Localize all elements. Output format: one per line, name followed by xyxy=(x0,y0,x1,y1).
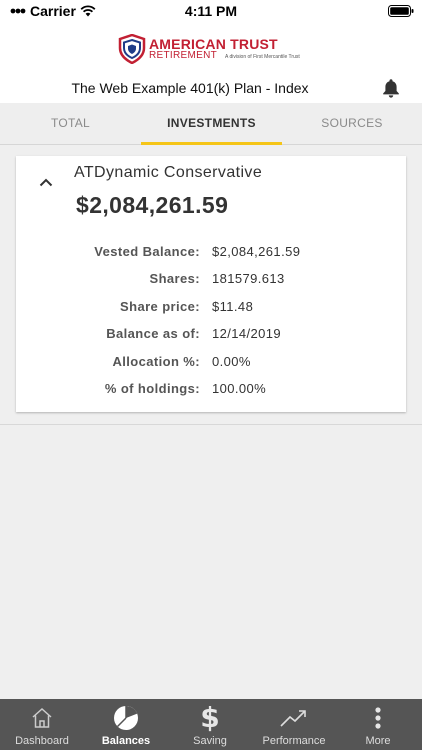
detail-label: Balance as of: xyxy=(106,326,200,341)
nav-saving[interactable]: $ Saving xyxy=(168,699,252,750)
detail-label: Allocation %: xyxy=(112,354,200,369)
tab-sources[interactable]: SOURCES xyxy=(282,103,422,145)
nav-balances[interactable]: Balances xyxy=(84,699,168,750)
status-bar: Carrier 4:11 PM xyxy=(0,0,422,22)
page-title: The Web Example 401(k) Plan - Index xyxy=(71,80,309,96)
detail-row-share-price: Share price: $11.48 xyxy=(16,299,406,319)
logo-subtitle: RETIREMENT xyxy=(149,50,217,61)
nav-label: Saving xyxy=(193,735,227,747)
nav-label: More xyxy=(365,735,391,747)
tab-total[interactable]: TOTAL xyxy=(0,103,141,145)
logo-division-text: A division of First Mercantile Trust xyxy=(225,54,300,60)
detail-row-vested-balance: Vested Balance: $2,084,261.59 xyxy=(16,244,406,264)
detail-label: Vested Balance: xyxy=(94,244,200,259)
detail-value: $2,084,261.59 xyxy=(212,244,301,259)
balance-tabs: TOTAL INVESTMENTS SOURCES xyxy=(0,103,422,145)
notifications-bell-icon[interactable] xyxy=(382,78,400,103)
nav-performance[interactable]: Performance xyxy=(252,699,336,750)
detail-label: Share price: xyxy=(120,299,200,314)
trend-line-icon xyxy=(252,705,336,731)
nav-more[interactable]: More xyxy=(336,699,422,750)
bottom-nav: Dashboard Balances $ Saving Performance … xyxy=(0,699,422,750)
fund-balance: $2,084,261.59 xyxy=(76,192,229,218)
clock: 4:11 PM xyxy=(184,3,238,19)
detail-value: 100.00% xyxy=(212,381,267,396)
content-divider xyxy=(0,424,422,425)
american-trust-logo: AMERICAN TRUST RETIREMENT A division of … xyxy=(118,32,308,66)
nav-label: Performance xyxy=(262,735,326,747)
detail-label: Shares: xyxy=(149,271,200,286)
fund-card: ATDynamic Conservative $2,084,261.59 Ves… xyxy=(16,156,406,412)
pie-chart-icon xyxy=(84,705,168,731)
detail-row-shares: Shares: 181579.613 xyxy=(16,271,406,291)
detail-label: % of holdings: xyxy=(104,381,200,396)
app-header: AMERICAN TRUST RETIREMENT A division of … xyxy=(0,22,422,103)
nav-label: Dashboard xyxy=(15,735,69,747)
nav-label: Balances xyxy=(101,735,151,747)
detail-value: 0.00% xyxy=(212,354,251,369)
detail-row-holdings: % of holdings: 100.00% xyxy=(16,381,406,401)
home-icon xyxy=(0,705,84,731)
fund-name: ATDynamic Conservative xyxy=(74,164,263,181)
dollar-icon: $ xyxy=(200,701,220,734)
more-vertical-icon xyxy=(336,705,420,731)
detail-value: 181579.613 xyxy=(212,271,285,286)
detail-value: 12/14/2019 xyxy=(212,326,282,341)
detail-value: $11.48 xyxy=(212,299,254,314)
collapse-chevron-icon[interactable] xyxy=(39,174,53,192)
shield-logo-icon xyxy=(118,34,146,64)
nav-dashboard[interactable]: Dashboard xyxy=(0,699,84,750)
tab-investments[interactable]: INVESTMENTS xyxy=(141,103,282,145)
battery-icon xyxy=(388,4,414,22)
detail-row-balance-as-of: Balance as of: 12/14/2019 xyxy=(16,326,406,346)
detail-row-allocation: Allocation %: 0.00% xyxy=(16,354,406,374)
